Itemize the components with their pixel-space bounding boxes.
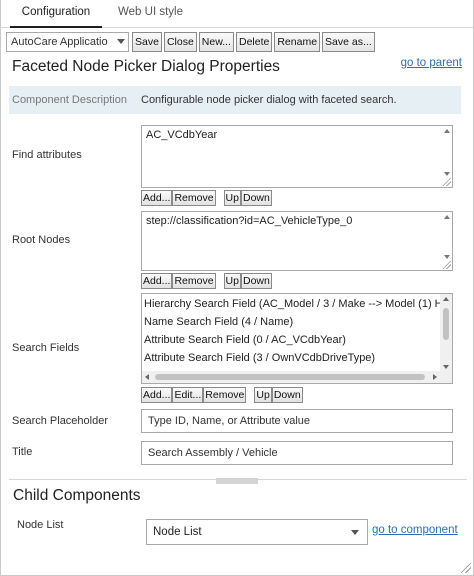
find-attributes-textarea[interactable]: AC_VCdbYear [141, 125, 453, 188]
list-item[interactable]: Attribute Search Field (3 / OwnVCdbDrive… [144, 352, 375, 364]
list-item[interactable]: Attribute Search Field (0 / AC_VCdbYear) [144, 334, 346, 346]
scroll-down-icon[interactable] [443, 365, 449, 369]
root-nodes-down-button[interactable]: Down [240, 273, 272, 289]
scroll-thumb[interactable] [155, 374, 425, 380]
go-to-component-link[interactable]: go to component [372, 524, 458, 536]
scroll-down-icon [444, 172, 450, 176]
chevron-down-icon [351, 530, 359, 535]
title-input[interactable] [141, 441, 453, 465]
node-list-select-value: Node List [153, 526, 202, 538]
search-fields-add-button[interactable]: Add... [141, 387, 173, 403]
root-nodes-textarea[interactable]: step://classification?id=AC_VehicleType_… [141, 211, 453, 271]
root-nodes-label: Root Nodes [12, 234, 71, 246]
title-label: Title [12, 446, 33, 458]
find-attributes-down-button[interactable]: Down [240, 190, 272, 206]
horizontal-scrollbar[interactable] [142, 371, 452, 383]
search-fields-buttons: Add... Edit... Remove Up Down [141, 387, 303, 403]
find-attributes-up-button[interactable]: Up [223, 190, 241, 206]
component-description-label: Component Description [12, 94, 127, 106]
rename-button[interactable]: Rename [274, 32, 321, 52]
scroll-down-icon [444, 255, 450, 259]
chevron-down-icon [117, 39, 125, 44]
scroll-thumb[interactable] [443, 308, 449, 340]
resize-grip-icon[interactable] [443, 261, 451, 269]
search-placeholder-input[interactable] [141, 409, 453, 433]
scroll-left-icon[interactable] [145, 374, 149, 380]
splitter-grip[interactable] [216, 478, 258, 484]
root-nodes-up-button[interactable]: Up [223, 273, 241, 289]
search-fields-remove-button[interactable]: Remove [203, 387, 247, 403]
page-title: Faceted Node Picker Dialog Properties [12, 58, 280, 75]
scroll-up-icon [444, 215, 450, 219]
find-attributes-buttons: Add... Remove Up Down [141, 190, 272, 206]
root-nodes-value: step://classification?id=AC_VehicleType_… [146, 215, 353, 227]
find-attributes-remove-button[interactable]: Remove [172, 190, 216, 206]
delete-button[interactable]: Delete [235, 32, 273, 52]
resize-grip-icon[interactable] [461, 563, 471, 573]
node-list-select[interactable]: Node List [146, 519, 368, 545]
scroll-up-icon[interactable] [443, 297, 449, 301]
textarea-scrollbar[interactable] [441, 127, 451, 176]
go-to-parent-link[interactable]: go to parent [401, 57, 462, 69]
search-fields-listbox[interactable]: Hierarchy Search Field (AC_Model / 3 / M… [141, 293, 453, 384]
textarea-scrollbar[interactable] [441, 213, 451, 259]
search-fields-label: Search Fields [12, 342, 80, 354]
tab-bar: Configuration Web UI style [0, 0, 474, 28]
scroll-up-icon [444, 129, 450, 133]
section-splitter[interactable] [9, 478, 467, 484]
scroll-right-icon[interactable] [433, 374, 437, 380]
find-attributes-label: Find attributes [12, 149, 82, 161]
search-fields-edit-button[interactable]: Edit... [172, 387, 204, 403]
vertical-scrollbar[interactable] [440, 294, 452, 372]
child-components-heading: Child Components [13, 487, 141, 504]
tab-web-ui-style[interactable]: Web UI style [108, 0, 193, 28]
root-nodes-remove-button[interactable]: Remove [172, 273, 216, 289]
component-description-value: Configurable node picker dialog with fac… [141, 94, 397, 106]
app-select[interactable]: AutoCare Applicatio [6, 32, 129, 52]
resize-grip-icon[interactable] [443, 178, 451, 186]
app-select-value: AutoCare Applicatio [11, 36, 108, 48]
search-fields-down-button[interactable]: Down [271, 387, 303, 403]
root-nodes-add-button[interactable]: Add... [141, 273, 173, 289]
toolbar: AutoCare Applicatio Save Close New... De… [6, 32, 377, 52]
search-placeholder-label: Search Placeholder [12, 415, 109, 427]
close-button[interactable]: Close [163, 32, 197, 52]
search-fields-up-button[interactable]: Up [254, 387, 272, 403]
node-list-label: Node List [17, 519, 64, 531]
save-button[interactable]: Save [132, 32, 162, 52]
tab-configuration[interactable]: Configuration [10, 0, 102, 28]
new-button[interactable]: New... [198, 32, 234, 52]
list-item[interactable]: Name Search Field (4 / Name) [144, 316, 293, 328]
list-item[interactable]: Hierarchy Search Field (AC_Model / 3 / M… [144, 298, 443, 310]
find-attributes-add-button[interactable]: Add... [141, 190, 173, 206]
save-as-button[interactable]: Save as... [322, 32, 375, 52]
root-nodes-buttons: Add... Remove Up Down [141, 273, 272, 289]
component-description-row: Component Description Configurable node … [9, 86, 461, 114]
find-attributes-value: AC_VCdbYear [146, 129, 218, 141]
